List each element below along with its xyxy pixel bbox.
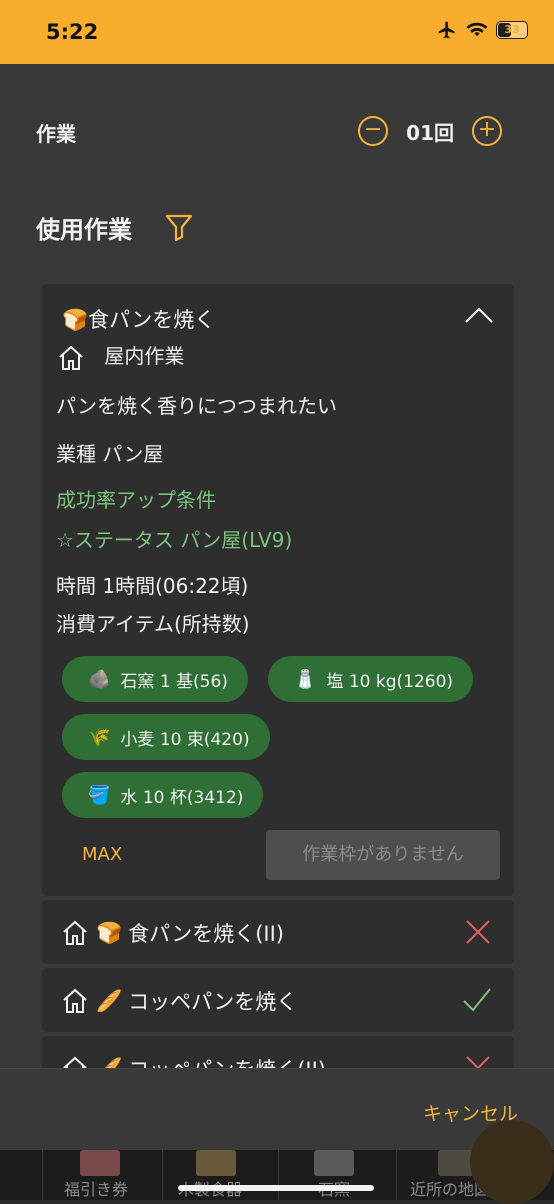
- recipe-list-label: コッペパンを焼く(II): [128, 1054, 326, 1068]
- decrement-button[interactable]: −: [358, 116, 389, 146]
- house-icon: [63, 1056, 87, 1068]
- item-chip-label: 石窯 1 基(56): [120, 671, 228, 692]
- increment-button[interactable]: +: [472, 116, 502, 146]
- close-icon: [466, 920, 490, 944]
- tableware-icon: [196, 1150, 236, 1176]
- tab-lottery-ticket[interactable]: 福引き券: [64, 1176, 128, 1200]
- status-icons: 33: [436, 20, 528, 40]
- work-count-value: 01回: [406, 120, 454, 145]
- filter-icon[interactable]: [164, 212, 194, 242]
- house-icon: [63, 988, 87, 1013]
- item-chip: 🌾 小麦 10 束(420): [62, 714, 270, 760]
- wifi-icon: [466, 22, 488, 37]
- bread-icon: 🍞: [96, 920, 123, 945]
- item-chip-label: 塩 10 kg(1260): [326, 671, 454, 692]
- item-chip: 🧂 塩 10 kg(1260): [268, 656, 474, 702]
- status-time: 5:22: [46, 20, 99, 44]
- lightbulb-fab[interactable]: [470, 1120, 554, 1204]
- salt-icon: 🧂: [294, 668, 317, 690]
- recipe-industry: 業種 パン屋: [56, 442, 164, 466]
- work-sheet: 作業 − 01回 + 使用作業 🍞食パンを焼く 屋内作業 パンを焼く香りにつつま…: [0, 64, 554, 1068]
- work-count-row: 作業 − 01回 +: [36, 116, 502, 152]
- item-chip: 🪣 水 10 杯(3412): [62, 772, 264, 818]
- recipe-title: 🍞食パンを焼く: [62, 308, 216, 332]
- baguette-icon: 🥖: [96, 988, 123, 1013]
- recipe-list-item[interactable]: 🍞 食パンを焼く(II): [42, 900, 514, 964]
- item-chip-label: 小麦 10 束(420): [120, 729, 250, 750]
- items-heading: 消費アイテム(所持数): [56, 612, 250, 636]
- baguette-icon: 🥖: [96, 1057, 122, 1069]
- house-icon: [63, 920, 87, 945]
- recipe-list-label: コッペパンを焼く: [128, 990, 298, 1014]
- recipe-description: パンを焼く香りにつつまれたい: [56, 394, 337, 418]
- sheet-footer: キャンセル: [0, 1068, 554, 1150]
- recipe-list-item[interactable]: 🥖 コッペパンを焼く(II): [42, 1036, 514, 1068]
- wheat-icon: 🌾: [88, 726, 111, 748]
- kiln-icon: 🪨: [88, 668, 111, 690]
- home-indicator: [178, 1185, 374, 1191]
- bonus-heading: 成功率アップ条件: [56, 488, 216, 512]
- check-icon: [463, 988, 491, 1012]
- status-bar: 5:22 33: [0, 0, 554, 64]
- recipe-time: 時間 1時間(06:22頃): [56, 574, 249, 598]
- bucket-icon: 🪣: [88, 784, 111, 806]
- recipe-card-expanded: 🍞食パンを焼く 屋内作業 パンを焼く香りにつつまれたい 業種 パン屋 成功率アッ…: [42, 284, 514, 896]
- item-chip: 🪨 石窯 1 基(56): [62, 656, 248, 702]
- airplane-icon: [438, 21, 455, 39]
- kiln-tab-icon: [314, 1150, 354, 1176]
- battery-icon: 33: [496, 21, 528, 39]
- recipe-location: 屋内作業: [56, 340, 184, 373]
- work-count-stepper: − 01回 +: [358, 116, 502, 146]
- recipe-list-item[interactable]: 🥖 コッペパンを焼く: [42, 968, 514, 1032]
- location-label: 屋内作業: [104, 344, 185, 368]
- house-icon: [59, 345, 83, 370]
- section-title: 使用作業: [36, 216, 132, 244]
- chevron-up-icon[interactable]: [464, 306, 494, 324]
- item-chip-label: 水 10 杯(3412): [120, 787, 244, 808]
- close-icon: [466, 1056, 490, 1068]
- max-button[interactable]: MAX: [82, 844, 122, 865]
- recipe-list-label: 食パンを焼く(II): [128, 922, 284, 946]
- battery-level: 33: [504, 23, 520, 36]
- start-work-button[interactable]: 作業枠がありません: [266, 830, 500, 880]
- bonus-condition: ☆ステータス パン屋(LV9): [56, 528, 293, 552]
- ticket-icon: [80, 1150, 120, 1176]
